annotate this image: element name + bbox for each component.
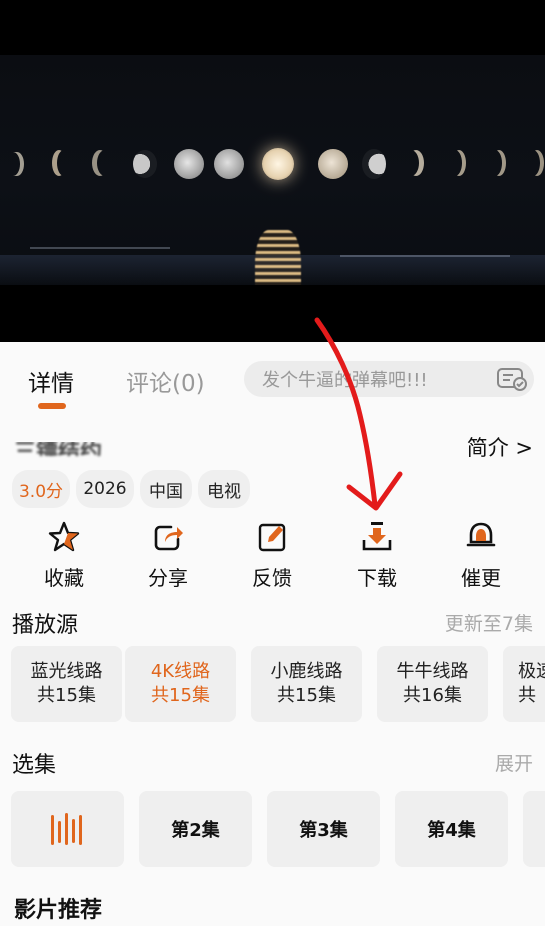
sources-title: 播放源 <box>12 613 79 638</box>
moon-phase <box>362 149 386 179</box>
source-name: 蓝光线路 <box>30 661 103 682</box>
favorite-label: 收藏 <box>44 566 84 590</box>
moon-phase <box>174 149 204 179</box>
danmaku-placeholder: 发个牛逼的弹幕吧!!! <box>262 370 428 391</box>
title-occlusion <box>14 428 164 442</box>
source-card[interactable]: 小鹿线路 共15集 <box>251 646 362 722</box>
share-label: 分享 <box>148 566 188 590</box>
water-glint <box>30 247 170 249</box>
active-tab-indicator <box>38 403 66 409</box>
source-name: 小鹿线路 <box>270 661 343 682</box>
episode-card[interactable]: 第4集 <box>395 791 508 867</box>
year-tag: 2026 <box>76 470 134 508</box>
episode-card-partial[interactable] <box>523 791 545 867</box>
feedback-button[interactable]: 反馈 <box>240 520 304 590</box>
episode-card-playing[interactable] <box>11 791 124 867</box>
danmaku-settings-icon[interactable] <box>496 366 528 392</box>
moon-phase <box>52 150 66 176</box>
moon-phase <box>452 150 466 176</box>
source-card-partial[interactable]: 极速 共 <box>503 646 545 722</box>
bell-icon <box>466 522 496 547</box>
urge-label: 催更 <box>461 566 501 590</box>
episode-card[interactable]: 第2集 <box>139 791 252 867</box>
download-label: 下载 <box>357 566 397 590</box>
recommend-title: 影片推荐 <box>14 898 103 923</box>
tab-comments[interactable]: 评论(0) <box>126 364 205 398</box>
feedback-label: 反馈 <box>252 566 292 590</box>
source-name: 牛牛线路 <box>396 661 469 682</box>
star-icon <box>48 521 80 552</box>
source-name: 极速 <box>518 661 545 682</box>
moon-phase-full <box>262 148 294 180</box>
title-row: 三镖结约 简介 > <box>0 428 545 468</box>
moon-phase <box>318 149 348 179</box>
download-icon <box>362 522 392 551</box>
moon-phase <box>92 150 108 176</box>
source-count: 共 <box>518 685 536 706</box>
episodes-title: 选集 <box>12 753 57 778</box>
water-glint <box>340 255 510 257</box>
episode-card[interactable]: 第3集 <box>267 791 380 867</box>
source-count: 共15集 <box>277 685 336 706</box>
playing-bars-icon <box>50 813 82 845</box>
type-tag: 电视 <box>198 470 250 508</box>
danmaku-input[interactable]: 发个牛逼的弹幕吧!!! <box>244 361 534 397</box>
video-frame <box>0 55 545 285</box>
update-status: 更新至7集 <box>444 613 533 635</box>
urge-update-button[interactable]: 催更 <box>449 520 513 590</box>
moon-phase <box>10 152 24 176</box>
source-card[interactable]: 蓝光线路 共15集 <box>11 646 122 722</box>
edit-icon <box>258 523 286 552</box>
favorite-button[interactable]: 收藏 <box>32 520 96 590</box>
moon-phase <box>530 150 544 176</box>
source-card-selected[interactable]: 4K线路 共15集 <box>125 646 236 722</box>
video-player[interactable] <box>0 0 545 342</box>
share-button[interactable]: 分享 <box>136 520 200 590</box>
detail-tabs: 详情 评论(0) 发个牛逼的弹幕吧!!! <box>0 352 545 412</box>
share-icon <box>154 525 183 551</box>
intro-link[interactable]: 简介 > <box>467 432 533 462</box>
moon-phase <box>492 150 506 176</box>
moon-reflection <box>255 230 301 285</box>
source-card[interactable]: 牛牛线路 共16集 <box>377 646 488 722</box>
tab-details[interactable]: 详情 <box>28 364 74 398</box>
moon-phase <box>408 150 424 176</box>
download-button[interactable]: 下载 <box>345 520 409 590</box>
score-tag: 3.0分 <box>12 470 70 508</box>
expand-episodes[interactable]: 展开 <box>495 749 533 776</box>
moon-phase <box>133 150 157 178</box>
source-count: 共15集 <box>151 685 210 706</box>
source-count: 共15集 <box>37 685 96 706</box>
source-name: 4K线路 <box>150 661 211 682</box>
source-count: 共16集 <box>403 685 462 706</box>
region-tag: 中国 <box>140 470 192 508</box>
moon-phase <box>214 149 244 179</box>
